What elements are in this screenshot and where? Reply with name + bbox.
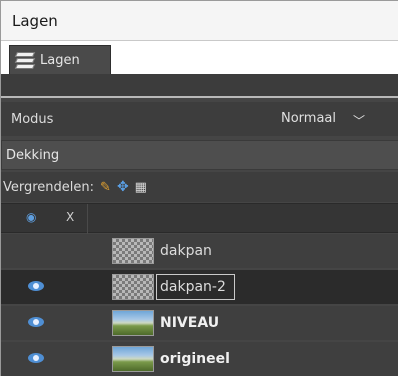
visibility-eye-icon[interactable]: [28, 352, 44, 364]
layer-name: origineel: [160, 351, 230, 367]
layer-name: NIVEAU: [160, 315, 220, 331]
tab-layers-label: Lagen: [40, 52, 80, 68]
layer-row-selected[interactable]: dakpan-2: [1, 270, 398, 304]
lock-alpha-icon[interactable]: ▦: [135, 180, 147, 195]
layer-thumbnail: [112, 310, 154, 336]
layer-thumbnail: [112, 274, 154, 300]
layers-dock: Lagen Lagen Modus Normaal ﹀ Dekking Verg…: [0, 0, 398, 376]
dock-title: Lagen: [1, 1, 398, 41]
visibility-eye-icon[interactable]: [28, 280, 44, 292]
tab-strip: Lagen: [1, 41, 398, 98]
layer-row[interactable]: NIVEAU: [1, 306, 398, 340]
tab-content-top: [1, 74, 398, 96]
mode-select[interactable]: Normaal: [281, 111, 336, 126]
opacity-slider[interactable]: Dekking: [1, 140, 398, 170]
header-divider: [87, 204, 88, 234]
visibility-eye-icon[interactable]: [28, 316, 44, 328]
lock-position-icon[interactable]: ✥: [117, 179, 129, 195]
dock-title-text: Lagen: [12, 11, 58, 30]
layers-icon: [14, 51, 36, 69]
layer-name: dakpan: [160, 243, 212, 259]
lock-label: Vergrendelen:: [3, 179, 95, 195]
opacity-label: Dekking: [6, 147, 60, 163]
lock-pixels-icon[interactable]: ✎: [100, 180, 111, 195]
chevron-down-icon[interactable]: ﹀: [353, 112, 365, 129]
layer-row[interactable]: origineel: [1, 342, 398, 376]
eye-icon: ◉: [26, 210, 37, 224]
mode-row: Modus Normaal ﹀: [1, 102, 398, 136]
mode-label: Modus: [11, 111, 54, 127]
layer-row[interactable]: dakpan: [1, 234, 398, 268]
x-icon: X: [66, 210, 75, 224]
layer-thumbnail: [112, 238, 154, 264]
layer-thumbnail: [112, 346, 154, 372]
layer-name: dakpan-2: [160, 279, 226, 295]
lock-row: Vergrendelen: ✎ ✥ ▦: [1, 172, 398, 202]
layers-header: ◉ X: [1, 203, 398, 234]
tab-layers[interactable]: Lagen: [9, 45, 111, 74]
